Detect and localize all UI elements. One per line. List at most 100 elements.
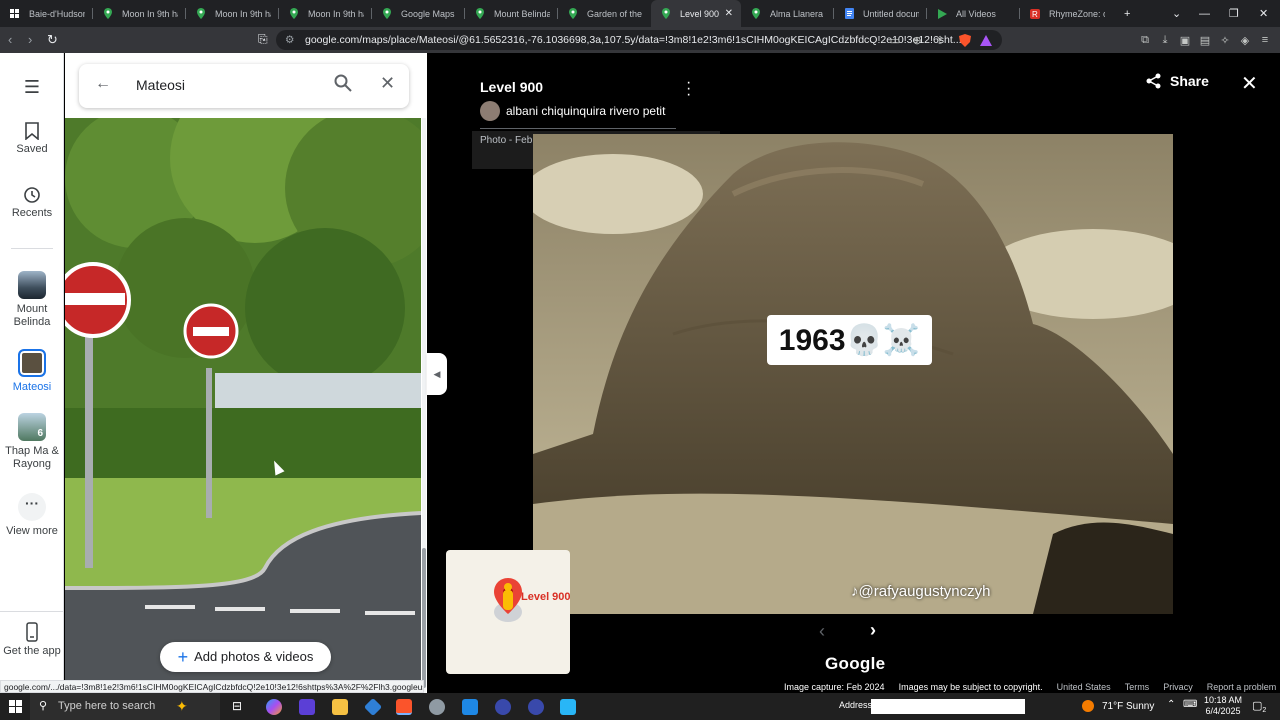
sparkle-icon: ✦: [176, 698, 188, 714]
weather-widget[interactable]: 71°F Sunny: [1082, 700, 1154, 712]
rail-get-app[interactable]: Get the app: [0, 622, 64, 658]
place-thumbnail: 6: [18, 413, 46, 441]
tab[interactable]: Untitled docume: [834, 0, 927, 27]
download-icon[interactable]: ⤓: [1158, 33, 1172, 47]
brave-rewards-icon[interactable]: [979, 33, 993, 47]
country-link[interactable]: United States: [1057, 682, 1111, 692]
vpn-icon[interactable]: ◈: [1238, 33, 1252, 47]
sidebar-icon[interactable]: ▣: [1178, 33, 1192, 47]
tray-chevron-icon[interactable]: ⌃: [1167, 699, 1175, 710]
photo-author[interactable]: albani chiquinquira rivero petit: [480, 101, 665, 121]
close-tab-icon[interactable]: ✕: [725, 8, 733, 19]
maps-pin-icon: [103, 8, 113, 19]
leo-ai-icon[interactable]: ✧: [1218, 33, 1232, 47]
tab-title: Level 900 - G: [680, 8, 719, 19]
notifications-icon[interactable]: ▢2: [1252, 699, 1266, 714]
overlay-text: 1963💀☠️: [778, 323, 921, 357]
place-photo[interactable]: [65, 118, 421, 693]
terms-link[interactable]: Terms: [1125, 682, 1150, 692]
report-problem-link[interactable]: Report a problem: [1207, 682, 1277, 692]
new-tab-icon[interactable]: +: [1124, 0, 1130, 27]
share-page-icon[interactable]: ⇪: [933, 33, 947, 47]
back-arrow-icon[interactable]: ←: [95, 75, 111, 93]
tab[interactable]: Google Maps: [372, 0, 465, 27]
address-toolbar-input[interactable]: [871, 699, 1025, 714]
restore-icon[interactable]: ❐: [1229, 0, 1239, 27]
wallet-icon[interactable]: ▤: [1198, 33, 1212, 47]
rail-place-thap-ma[interactable]: 6 Thap Ma & Rayong: [0, 413, 64, 471]
clear-search-icon[interactable]: ✕: [380, 73, 395, 94]
bookmark-icon[interactable]: ⎘: [258, 32, 268, 47]
more-options-icon[interactable]: · · ·: [686, 75, 691, 103]
tab[interactable]: Alma Llanera Ga: [741, 0, 834, 27]
app-icon[interactable]: [429, 699, 445, 715]
app-icon[interactable]: [495, 699, 511, 715]
privacy-link[interactable]: Privacy: [1163, 682, 1193, 692]
taskbar-search[interactable]: ⚲ Type here to search ✦: [30, 693, 220, 720]
copilot-icon[interactable]: [266, 699, 282, 715]
tab[interactable]: Baie-d'Hudson -: [0, 0, 93, 27]
phone-icon: [26, 622, 38, 642]
panel-scrollbar[interactable]: [422, 118, 426, 693]
search-input[interactable]: Mateosi: [136, 77, 185, 93]
app-icon[interactable]: [560, 699, 576, 715]
keyboard-icon[interactable]: ⌨: [1183, 699, 1197, 710]
add-photos-button[interactable]: + Add photos & videos: [160, 642, 331, 672]
reload-icon[interactable]: ↻: [47, 32, 58, 48]
rail-recents[interactable]: Recents: [0, 186, 64, 220]
tab[interactable]: Garden of the G: [558, 0, 651, 27]
minimize-icon[interactable]: —: [1199, 0, 1210, 27]
forward-icon[interactable]: ›: [28, 32, 32, 47]
brave-shield-icon[interactable]: [958, 33, 972, 47]
site-info-icon[interactable]: ⚙: [285, 30, 294, 50]
rail-place-mateosi[interactable]: Mateosi: [0, 349, 64, 394]
zoom-icon[interactable]: ⊕: [910, 33, 924, 47]
start-windows-icon[interactable]: [9, 700, 22, 718]
app-icon[interactable]: [462, 699, 478, 715]
app-icon[interactable]: [299, 699, 315, 715]
app-icon[interactable]: [363, 697, 383, 717]
weather-text: 71°F Sunny: [1102, 700, 1155, 712]
scrollbar-thumb[interactable]: [422, 548, 426, 688]
clock[interactable]: 10:18 AM 6/4/2025: [1204, 695, 1242, 717]
tab-active[interactable]: Level 900 - G ✕: [651, 0, 741, 27]
rail-label: Thap Ma & Rayong: [5, 445, 59, 470]
extensions-icon[interactable]: ⧉: [1138, 33, 1152, 47]
task-view-icon[interactable]: ⊟: [232, 699, 248, 715]
search-icon: ⚲: [39, 700, 48, 712]
next-photo-icon[interactable]: ›: [870, 620, 876, 641]
svg-text:R: R: [1032, 10, 1038, 19]
window-close-icon[interactable]: ✕: [1259, 0, 1268, 27]
tab[interactable]: Moon In 9th hau: [93, 0, 186, 27]
menu-icon[interactable]: ≡: [1258, 33, 1272, 47]
brave-browser-icon[interactable]: [396, 699, 412, 715]
rail-view-more[interactable]: ··· View more: [0, 493, 64, 538]
tab[interactable]: All Videos: [927, 0, 1020, 27]
divider: [480, 128, 676, 129]
file-explorer-icon[interactable]: [332, 699, 348, 715]
close-viewer-icon[interactable]: ✕: [1241, 71, 1258, 96]
status-bar-url: google.com/.../data=!3m8!1e2!3m6!1sCIHM0…: [0, 680, 424, 693]
search-icon[interactable]: [334, 74, 352, 97]
collapse-panel-button[interactable]: ◀: [427, 353, 447, 395]
tab[interactable]: Mount Belinda -: [465, 0, 558, 27]
tab[interactable]: Moon In 9th hau: [279, 0, 372, 27]
mini-map[interactable]: Level 900: [446, 550, 570, 674]
minimap-label: Level 900: [521, 591, 570, 603]
previous-photo-icon[interactable]: ‹: [819, 621, 825, 642]
main-photo[interactable]: 1963💀☠️ ♪@rafyaugustynczyh: [533, 134, 1173, 614]
tab-search-icon[interactable]: ⌄: [1172, 0, 1181, 27]
hamburger-menu-icon[interactable]: ☰: [0, 77, 64, 98]
tab[interactable]: R RhymeZone: car: [1020, 0, 1113, 27]
share-icon: [1146, 73, 1161, 89]
back-icon[interactable]: ‹: [8, 32, 12, 47]
rail-place-mount-belinda[interactable]: Mount Belinda: [0, 271, 64, 329]
rail-label: Mateosi: [12, 381, 52, 393]
tab[interactable]: Moon In 9th hau: [186, 0, 279, 27]
cast-icon[interactable]: ▭: [888, 33, 902, 47]
author-avatar: [480, 101, 500, 121]
rail-label: Recents: [11, 207, 53, 219]
rail-saved[interactable]: Saved: [0, 122, 64, 156]
app-icon[interactable]: [528, 699, 544, 715]
share-button[interactable]: Share: [1146, 73, 1209, 89]
